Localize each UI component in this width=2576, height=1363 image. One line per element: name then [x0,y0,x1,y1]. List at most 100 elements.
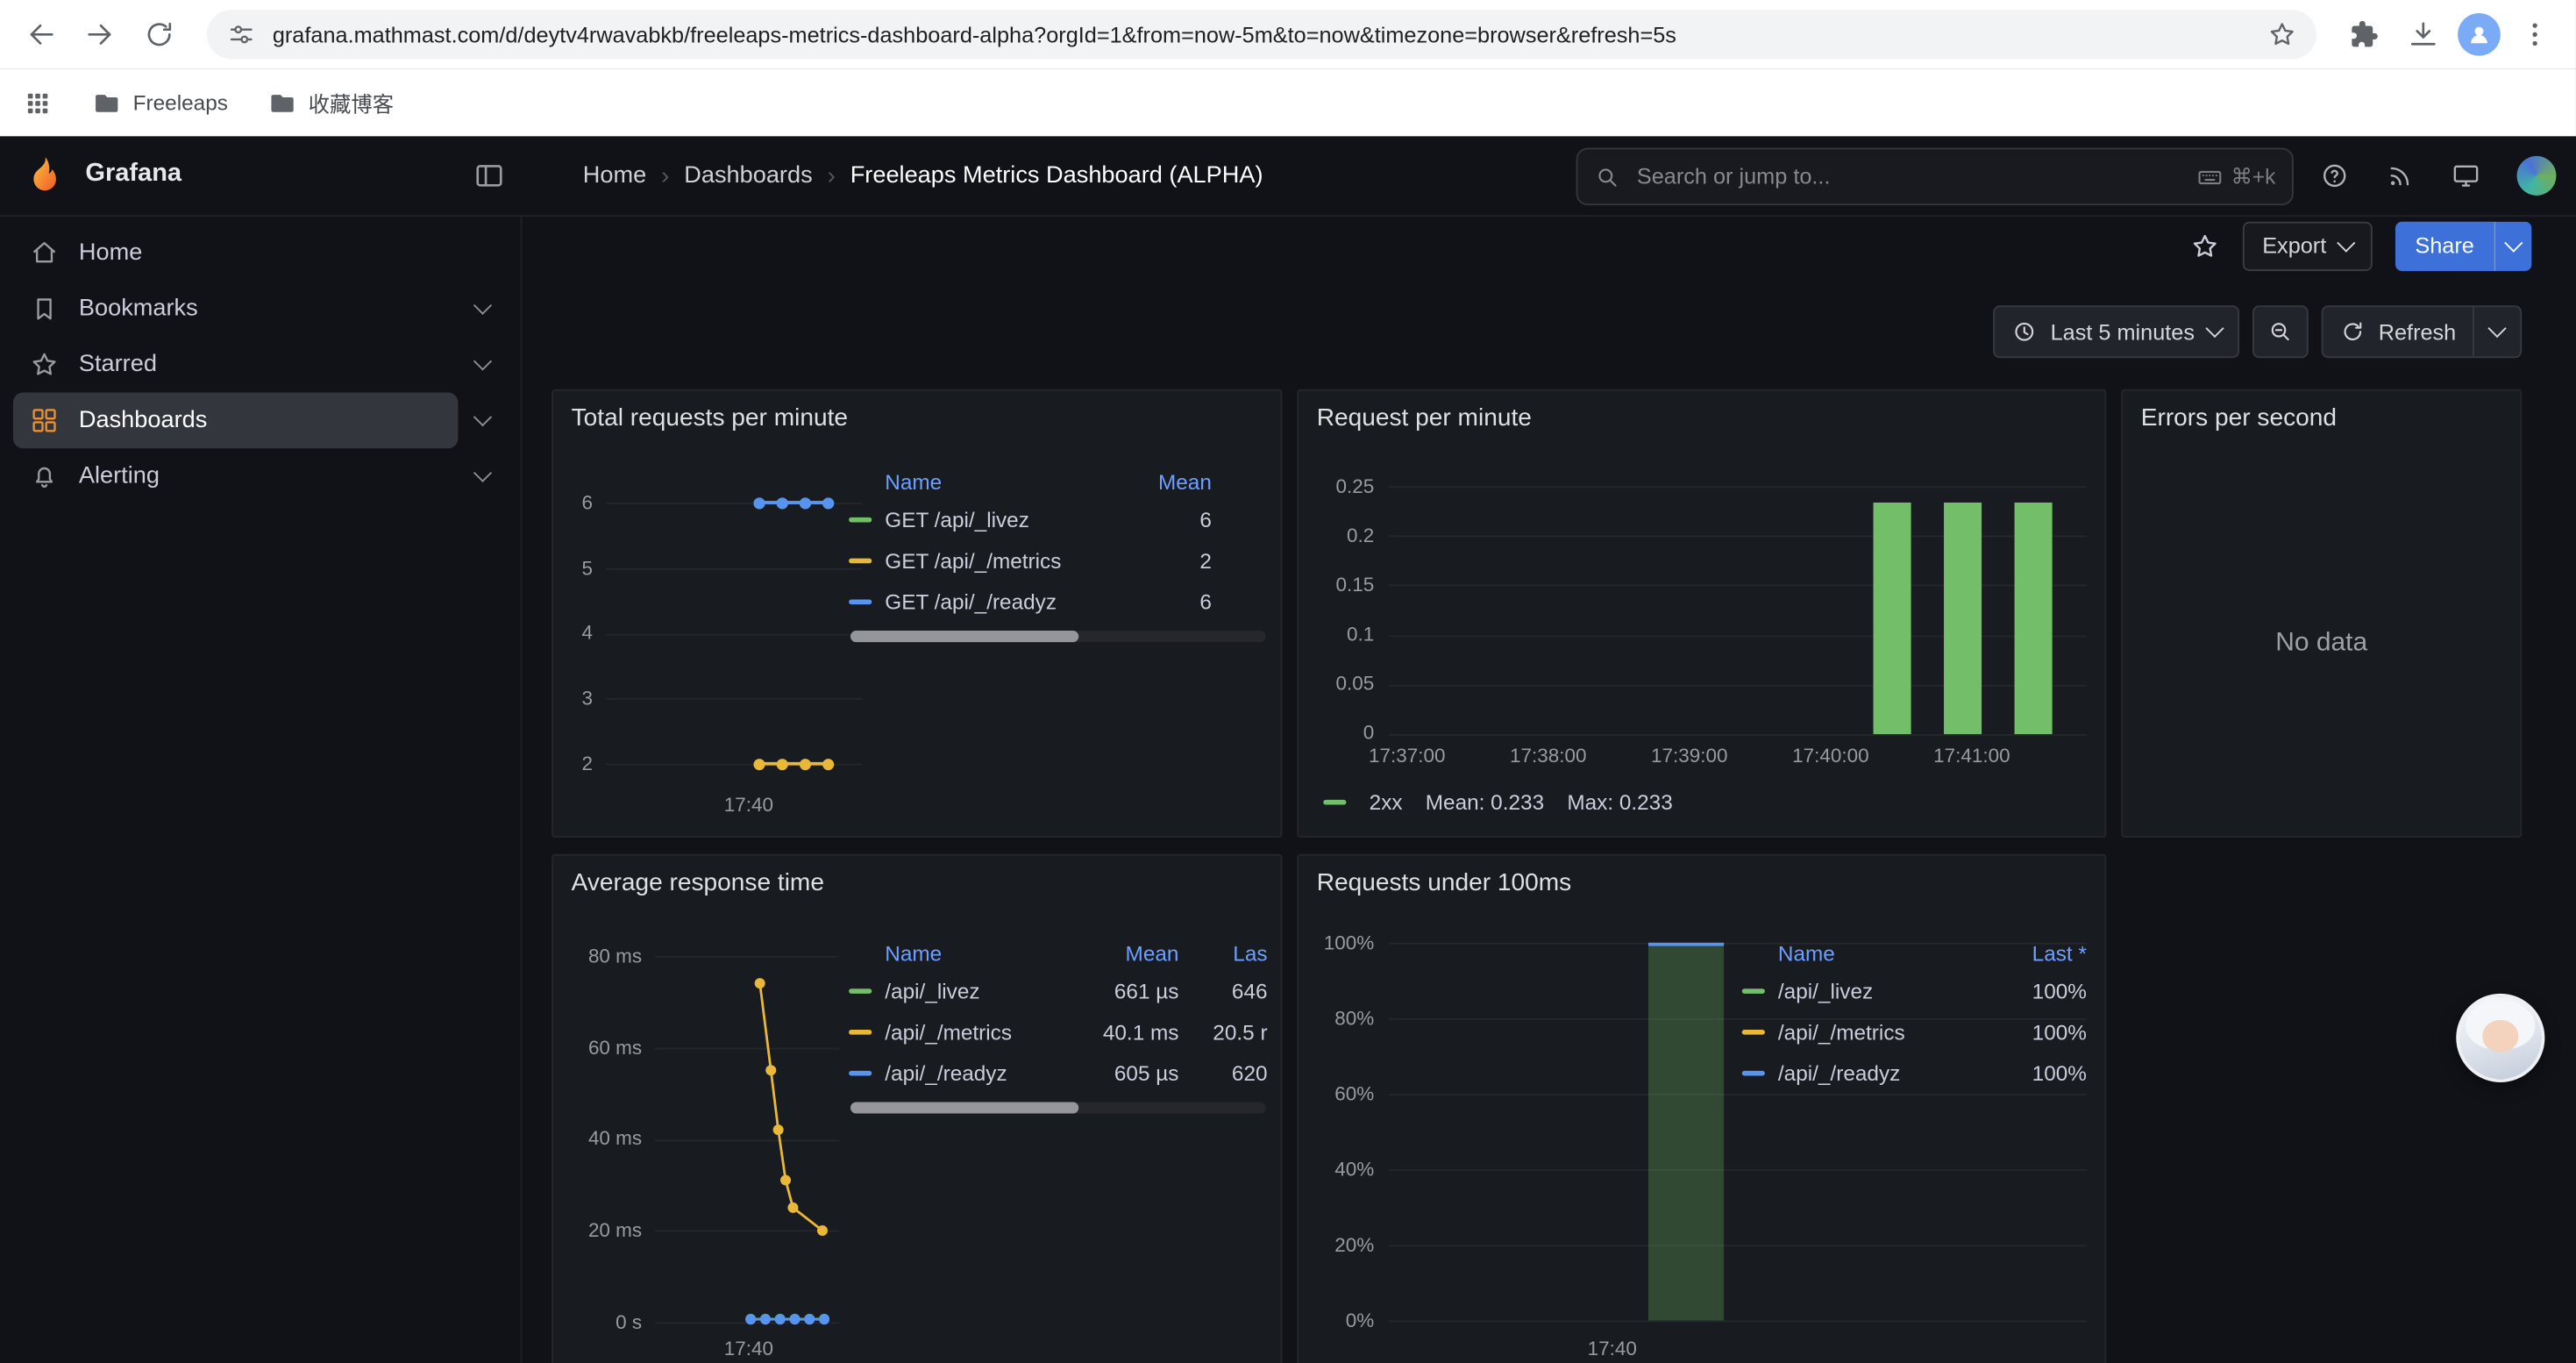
legend-inline[interactable]: 2xx Mean: 0.233 Max: 0.233 [1323,790,1673,815]
kiosk-monitor-icon[interactable] [2451,161,2481,191]
profile-avatar[interactable] [2458,13,2501,56]
clock-icon [2011,318,2038,345]
series-last: 100% [1995,979,2087,1003]
panel-title[interactable]: Requests under 100ms [1317,869,1571,897]
breadcrumb-current: Freeleaps Metrics Dashboard (ALPHA) [850,162,1263,189]
legend-header-mean[interactable]: Mean [1074,940,1179,965]
browser-menu-icon[interactable] [2510,10,2559,59]
panel-title[interactable]: Total requests per minute [572,404,848,432]
legend-row[interactable]: /api/_/readyz 100% [1742,1053,2087,1094]
y-tick: 0.2 [1299,524,1374,546]
y-tick: 4 [553,621,593,644]
refresh-interval-caret[interactable] [2487,319,2506,338]
breadcrumb-home[interactable]: Home [583,162,646,189]
share-label: Share [2415,233,2473,258]
breadcrumb-dashboards[interactable]: Dashboards [684,162,812,189]
site-info-icon[interactable] [226,19,256,49]
series-dash [1323,800,1346,805]
legend-row[interactable]: /api/_livez 661 µs 646 [849,971,1267,1012]
legend-row[interactable]: /api/_/metrics 100% [1742,1011,2087,1053]
floating-assistant-avatar[interactable] [2456,994,2544,1082]
series-mean: 661 µs [1074,979,1179,1003]
help-icon[interactable] [2320,161,2350,191]
legend-table: Name Last * /api/_livez 100% /api/_/metr… [1742,934,2087,1094]
time-range-label: Last 5 minutes [2051,319,2195,344]
y-tick: 5 [553,557,593,580]
forward-button[interactable] [75,10,125,59]
zoom-out-icon [2266,318,2293,345]
browser-toolbar: grafana.mathmast.com/d/deytv4rwavabkb/fr… [0,0,2576,69]
refresh-button[interactable]: Refresh [2321,305,2522,358]
search-shortcut: ⌘+k [2196,163,2275,189]
x-tick: 17:40 [700,793,798,816]
total-requests-plot [606,503,862,764]
series-name: /api/_/metrics [885,1020,1060,1045]
legend-row[interactable]: GET /api/_livez 6 [849,499,1212,540]
legend-header-last[interactable]: Last * [1995,940,2087,965]
legend-row[interactable]: /api/_/readyz 605 µs 620 [849,1053,1267,1094]
downloads-icon[interactable] [2399,10,2448,59]
reload-button[interactable] [135,10,184,59]
sidebar-toggle-icon[interactable] [473,160,505,201]
sidebar-item-starred[interactable]: Starred [13,337,508,393]
sidebar-item-label: Starred [79,352,157,378]
home-icon [30,239,60,268]
search-box[interactable]: ⌘+k [1576,148,2294,206]
expand-chevron-icon[interactable] [458,417,507,424]
sidebar-item-label: Dashboards [79,407,207,433]
bookmark-folder-freeleaps[interactable]: Freeleaps [92,88,228,118]
legend-row[interactable]: /api/_livez 100% [1742,971,2087,1012]
share-button[interactable]: Share [2395,221,2494,270]
legend-row[interactable]: /api/_/metrics 40.1 ms 20.5 r [849,1011,1267,1053]
back-button[interactable] [17,10,66,59]
bookmark-star-icon[interactable] [2267,19,2297,49]
url-text[interactable]: grafana.mathmast.com/d/deytv4rwavabkb/fr… [273,22,2251,46]
time-range-picker[interactable]: Last 5 minutes [1993,305,2238,358]
panel-title[interactable]: Average response time [572,869,824,897]
sidebar-item-bookmarks[interactable]: Bookmarks [13,281,508,337]
expand-chevron-icon[interactable] [458,361,507,368]
sidebar-item-alerting[interactable]: Alerting [13,448,508,504]
apps-grid-icon[interactable] [23,88,53,118]
x-tick: 17:41:00 [1914,744,2029,767]
series-name: /api/_/readyz [885,1061,1060,1086]
series-dash [849,599,872,604]
search-input[interactable] [1633,162,2183,190]
panel-title[interactable]: Request per minute [1317,404,1532,432]
brand-title: Grafana [85,160,181,189]
sidebar-item-home[interactable]: Home [13,225,508,282]
zoom-out-button[interactable] [2252,305,2309,358]
panel-title[interactable]: Errors per second [2141,404,2337,432]
y-tick: 0.1 [1299,623,1374,646]
legend-header-last[interactable]: Las [1192,940,1267,965]
y-tick: 0 [1299,721,1374,744]
legend-header-name[interactable]: Name [885,469,1084,494]
bookmark-folder-blogs[interactable]: 收藏博客 [267,87,394,118]
dashboard-actions: Export Share [522,215,2575,275]
legend-scrollbar[interactable] [850,1102,1266,1113]
folder-icon [92,88,122,118]
export-button[interactable]: Export [2243,221,2373,270]
expand-chevron-icon[interactable] [458,305,507,311]
legend-header-mean[interactable]: Mean [1097,469,1212,494]
scrollbar-thumb[interactable] [850,631,1079,642]
news-rss-icon[interactable] [2386,161,2416,191]
expand-chevron-icon[interactable] [458,473,507,479]
user-avatar[interactable] [2517,156,2557,196]
share-menu-caret[interactable] [2494,221,2531,270]
legend-header-name[interactable]: Name [885,940,1060,965]
legend-scrollbar[interactable] [850,631,1266,642]
series-mean: 605 µs [1074,1061,1179,1086]
series-dash [849,559,872,564]
favorite-star-icon[interactable] [2190,231,2220,260]
grafana-logo-icon[interactable] [23,154,66,197]
series-dash [849,1030,872,1035]
extensions-icon[interactable] [2339,10,2388,59]
shortcut-label: ⌘+k [2231,163,2276,189]
legend-row[interactable]: GET /api/_/readyz 6 [849,582,1212,623]
sidebar-item-dashboards[interactable]: Dashboards [13,393,508,449]
legend-row[interactable]: GET /api/_/metrics 2 [849,540,1212,582]
legend-header-name[interactable]: Name [1778,940,1982,965]
url-bar[interactable]: grafana.mathmast.com/d/deytv4rwavabkb/fr… [207,10,2316,59]
scrollbar-thumb[interactable] [850,1102,1079,1113]
